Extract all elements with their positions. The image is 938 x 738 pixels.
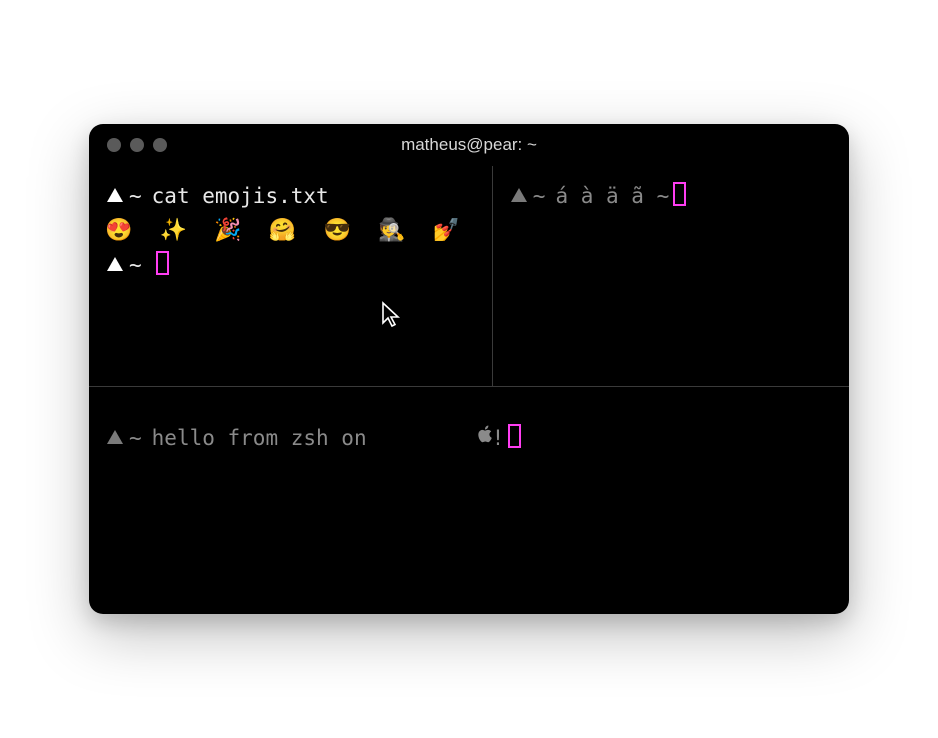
minimize-button[interactable] <box>130 138 144 152</box>
maximize-button[interactable] <box>153 138 167 152</box>
terminal-window: matheus@pear: ~ ~ cat emojis.txt 😍 ✨ 🎉 🤗… <box>89 124 849 614</box>
pane-container: ~ cat emojis.txt 😍 ✨ 🎉 🤗 😎 🕵️ 💅 ~ <box>89 166 849 614</box>
close-button[interactable] <box>107 138 121 152</box>
apple-icon <box>379 401 491 476</box>
prompt-line: ~ hello from zsh on ! <box>107 401 831 476</box>
traffic-lights <box>107 138 167 152</box>
command-text: cat emojis.txt <box>152 180 329 213</box>
typed-text: á à ä ã ~ <box>555 180 669 213</box>
prompt-line: ~ á à ä ã ~ <box>511 180 831 213</box>
cursor <box>508 424 521 448</box>
cursor <box>156 251 169 275</box>
pane-top-left[interactable]: ~ cat emojis.txt 😍 ✨ 🎉 🤗 😎 🕵️ 💅 ~ <box>89 166 492 386</box>
triangle-icon <box>107 188 123 202</box>
triangle-icon <box>511 188 527 202</box>
typed-text: hello from zsh on <box>152 422 380 455</box>
prompt-path: ~ <box>129 422 142 455</box>
emoji-output: 😍 ✨ 🎉 🤗 😎 🕵️ 💅 <box>105 214 467 248</box>
cursor <box>673 182 686 206</box>
mouse-cursor-icon <box>381 301 405 339</box>
typed-suffix: ! <box>492 422 505 455</box>
titlebar[interactable]: matheus@pear: ~ <box>89 124 849 166</box>
window-title: matheus@pear: ~ <box>401 135 537 155</box>
prompt-path: ~ <box>533 180 546 213</box>
pane-bottom[interactable]: ~ hello from zsh on ! <box>89 386 849 614</box>
output-line: 😍 ✨ 🎉 🤗 😎 🕵️ 💅 <box>105 214 474 248</box>
prompt-line: ~ <box>107 249 474 282</box>
triangle-icon <box>107 257 123 271</box>
pane-top-right[interactable]: ~ á à ä ã ~ <box>492 166 849 386</box>
prompt-line: ~ cat emojis.txt <box>107 180 474 213</box>
triangle-icon <box>107 430 123 444</box>
prompt-path: ~ <box>129 180 142 213</box>
prompt-path: ~ <box>129 249 142 282</box>
